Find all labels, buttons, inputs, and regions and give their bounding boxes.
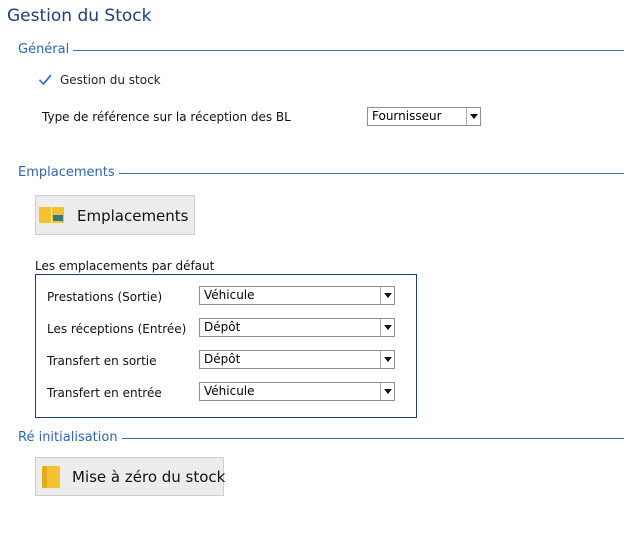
default-row-label: Transfert en sortie bbox=[47, 354, 157, 368]
section-emplacements-title: Emplacements bbox=[18, 165, 119, 181]
chevron-down-icon[interactable] bbox=[466, 108, 480, 125]
chevron-down-icon[interactable] bbox=[380, 319, 394, 336]
chevron-down-icon[interactable] bbox=[380, 287, 394, 304]
section-general-title: Général bbox=[18, 42, 74, 58]
chevron-down-icon[interactable] bbox=[380, 383, 394, 400]
emplacements-button[interactable]: Emplacements bbox=[35, 195, 195, 235]
section-divider bbox=[18, 50, 624, 51]
transfer-in-select[interactable]: Véhicule bbox=[199, 382, 395, 401]
section-emplacements-header: Emplacements bbox=[18, 165, 624, 183]
reset-stock-button-label: Mise à zéro du stock bbox=[72, 468, 226, 486]
section-general-header: Général bbox=[18, 42, 624, 60]
reset-stock-button[interactable]: Mise à zéro du stock bbox=[35, 457, 226, 496]
chevron-down-icon[interactable] bbox=[380, 351, 394, 368]
section-reinit-header: Ré initialisation bbox=[18, 430, 624, 448]
page-title: Gestion du Stock bbox=[7, 6, 152, 26]
emplacements-button-label: Emplacements bbox=[77, 207, 189, 225]
default-row-label: Les réceptions (Entrée) bbox=[47, 322, 187, 336]
emplacements-icon bbox=[39, 207, 64, 223]
receptions-value: Dépôt bbox=[204, 320, 241, 334]
prestations-select[interactable]: Véhicule bbox=[199, 286, 395, 305]
defaults-group-title: Les emplacements par défaut bbox=[35, 259, 215, 273]
stock-management-label: Gestion du stock bbox=[60, 73, 161, 87]
ref-type-label: Type de référence sur la réception des B… bbox=[42, 110, 291, 124]
ref-type-select[interactable]: Fournisseur bbox=[367, 107, 481, 126]
folder-icon bbox=[42, 466, 60, 488]
prestations-value: Véhicule bbox=[204, 288, 255, 302]
default-row-label: Prestations (Sortie) bbox=[47, 290, 163, 304]
transfer-out-value: Dépôt bbox=[204, 352, 241, 366]
default-row-label: Transfert en entrée bbox=[47, 386, 162, 400]
checkmark-icon[interactable] bbox=[38, 73, 52, 87]
receptions-select[interactable]: Dépôt bbox=[199, 318, 395, 337]
section-reinit-title: Ré initialisation bbox=[18, 430, 122, 446]
transfer-out-select[interactable]: Dépôt bbox=[199, 350, 395, 369]
transfer-in-value: Véhicule bbox=[204, 384, 255, 398]
ref-type-value: Fournisseur bbox=[372, 109, 442, 123]
